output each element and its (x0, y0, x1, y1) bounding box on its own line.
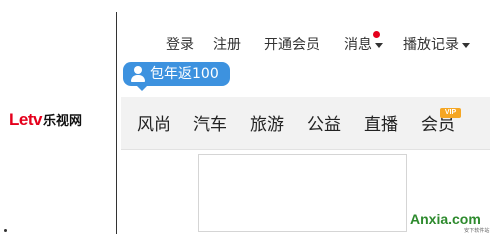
nav-item-member[interactable]: 会员 (421, 115, 455, 135)
chevron-down-icon (375, 42, 383, 48)
promo-label: 包年返100 (150, 66, 219, 82)
history-label: 播放记录 (403, 37, 459, 53)
notification-dot (373, 31, 380, 38)
nav-item-auto[interactable]: 汽车 (193, 115, 227, 135)
promo-badge[interactable]: 包年返100 (123, 62, 230, 91)
main-nav: 风尚 汽车 旅游 公益 直播 会员 VIP (121, 97, 490, 150)
logo-brand-cn: 乐视网 (42, 114, 82, 129)
bullet-dot (4, 229, 7, 232)
history-menu[interactable]: 播放记录 (403, 36, 470, 54)
register-link[interactable]: 注册 (213, 36, 241, 54)
dropdown-panel (198, 154, 407, 232)
logo-brand: Letv (9, 110, 42, 129)
nav-item-fashion[interactable]: 风尚 (137, 115, 171, 135)
messages-label: 消息 (344, 37, 372, 53)
user-icon (131, 66, 145, 82)
nav-item-travel[interactable]: 旅游 (250, 115, 284, 135)
login-link[interactable]: 登录 (166, 36, 194, 54)
nav-item-live[interactable]: 直播 (364, 115, 398, 135)
messages-menu[interactable]: 消息 (344, 36, 383, 54)
letv-logo[interactable]: Letv 乐视网 (9, 110, 82, 130)
open-member-link[interactable]: 开通会员 (264, 36, 320, 54)
vertical-divider (116, 12, 117, 234)
vip-badge: VIP (440, 108, 461, 118)
chevron-down-icon (462, 42, 470, 48)
watermark-sub: 安下软件站 (464, 227, 490, 234)
nav-item-charity[interactable]: 公益 (307, 115, 341, 135)
site-watermark: Anxia.com 安下软件站 (402, 208, 498, 236)
